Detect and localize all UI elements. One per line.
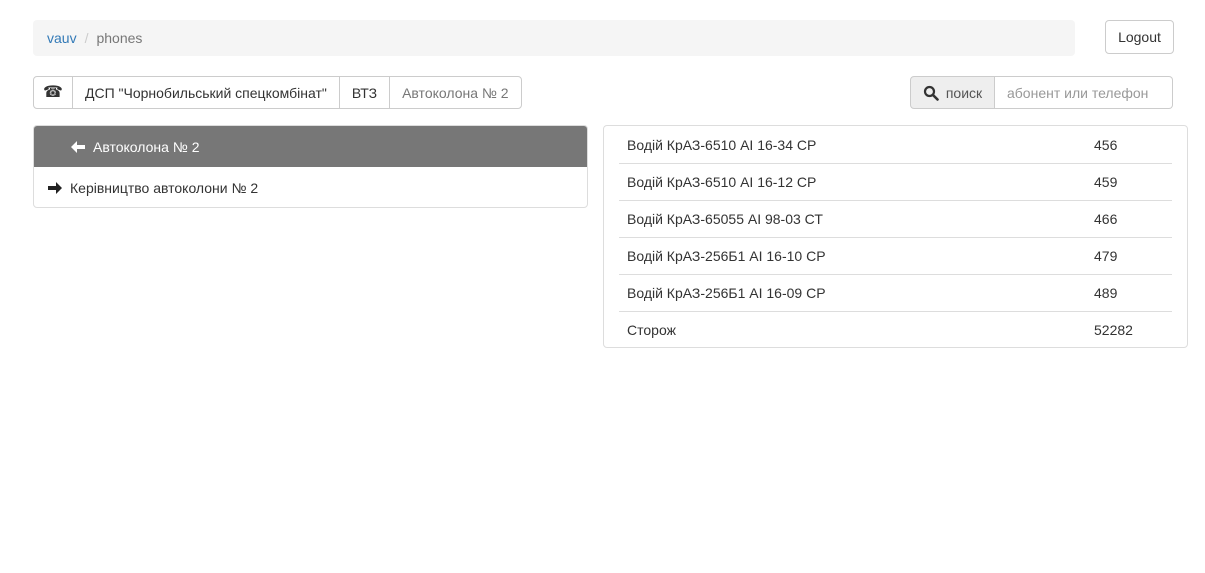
list-item[interactable]: Водій КрАЗ-6510 АІ 16-34 СР 456 <box>619 126 1172 163</box>
list-item[interactable]: Сторож 52282 <box>619 311 1172 348</box>
subscriber-name: Сторож <box>627 322 676 338</box>
tree-child-item[interactable]: Керівництво автоколони № 2 <box>34 167 587 207</box>
tree-back-item[interactable]: Автоколона № 2 <box>34 126 587 167</box>
phone-number: 466 <box>1094 211 1118 227</box>
subscriber-name: Водій КрАЗ-6510 АІ 16-12 СР <box>627 174 817 190</box>
phone-number: 489 <box>1094 285 1118 301</box>
path-button-group: ☎ ДСП "Чорнобильський спецкомбінат" ВТЗ … <box>33 76 522 109</box>
phone-number: 459 <box>1094 174 1118 190</box>
list-item[interactable]: Водій КрАЗ-6510 АІ 16-12 СР 459 <box>619 163 1172 200</box>
arrow-left-icon <box>71 140 85 153</box>
breadcrumb-link-root[interactable]: vauv <box>47 30 77 46</box>
logout-button[interactable]: Logout <box>1105 20 1174 54</box>
phone-number: 479 <box>1094 248 1118 264</box>
tree-panel: Автоколона № 2 Керівництво автоколони № … <box>33 125 588 208</box>
list-item[interactable]: Водій КрАЗ-256Б1 АІ 16-09 СР 489 <box>619 274 1172 311</box>
tree-back-label: Автоколона № 2 <box>93 138 200 155</box>
subscriber-name: Водій КрАЗ-6510 АІ 16-34 СР <box>627 136 817 153</box>
search-input[interactable] <box>995 76 1173 109</box>
phone-number: 456 <box>1094 136 1118 153</box>
telephone-icon: ☎ <box>43 83 63 101</box>
subscriber-name: Водій КрАЗ-256Б1 АІ 16-10 СР <box>627 248 826 264</box>
breadcrumb-current: phones <box>96 30 143 46</box>
subscriber-name: Водій КрАЗ-256Б1 АІ 16-09 СР <box>627 285 826 301</box>
search-icon <box>923 85 939 101</box>
breadcrumb: vauv / phones <box>33 20 1075 56</box>
home-button[interactable]: ☎ <box>33 76 73 109</box>
arrow-right-icon <box>48 181 62 194</box>
path-button-department[interactable]: ВТЗ <box>338 76 391 109</box>
breadcrumb-separator: / <box>84 30 89 46</box>
path-button-organization[interactable]: ДСП "Чорнобильський спецкомбінат" <box>72 76 340 109</box>
list-item[interactable]: Водій КрАЗ-256Б1 АІ 16-10 СР 479 <box>619 237 1172 274</box>
search-group: поиск <box>910 76 1173 109</box>
list-item[interactable]: Водій КрАЗ-65055 АІ 98-03 СТ 466 <box>619 200 1172 237</box>
phone-number: 52282 <box>1094 322 1133 338</box>
tree-child-label: Керівництво автоколони № 2 <box>70 179 259 196</box>
search-button-label: поиск <box>945 84 983 101</box>
phone-list: Водій КрАЗ-6510 АІ 16-34 СР 456 Водій Кр… <box>603 125 1188 348</box>
subscriber-name: Водій КрАЗ-65055 АІ 98-03 СТ <box>627 211 823 227</box>
path-button-current[interactable]: Автоколона № 2 <box>389 76 522 109</box>
search-button[interactable]: поиск <box>910 76 995 109</box>
